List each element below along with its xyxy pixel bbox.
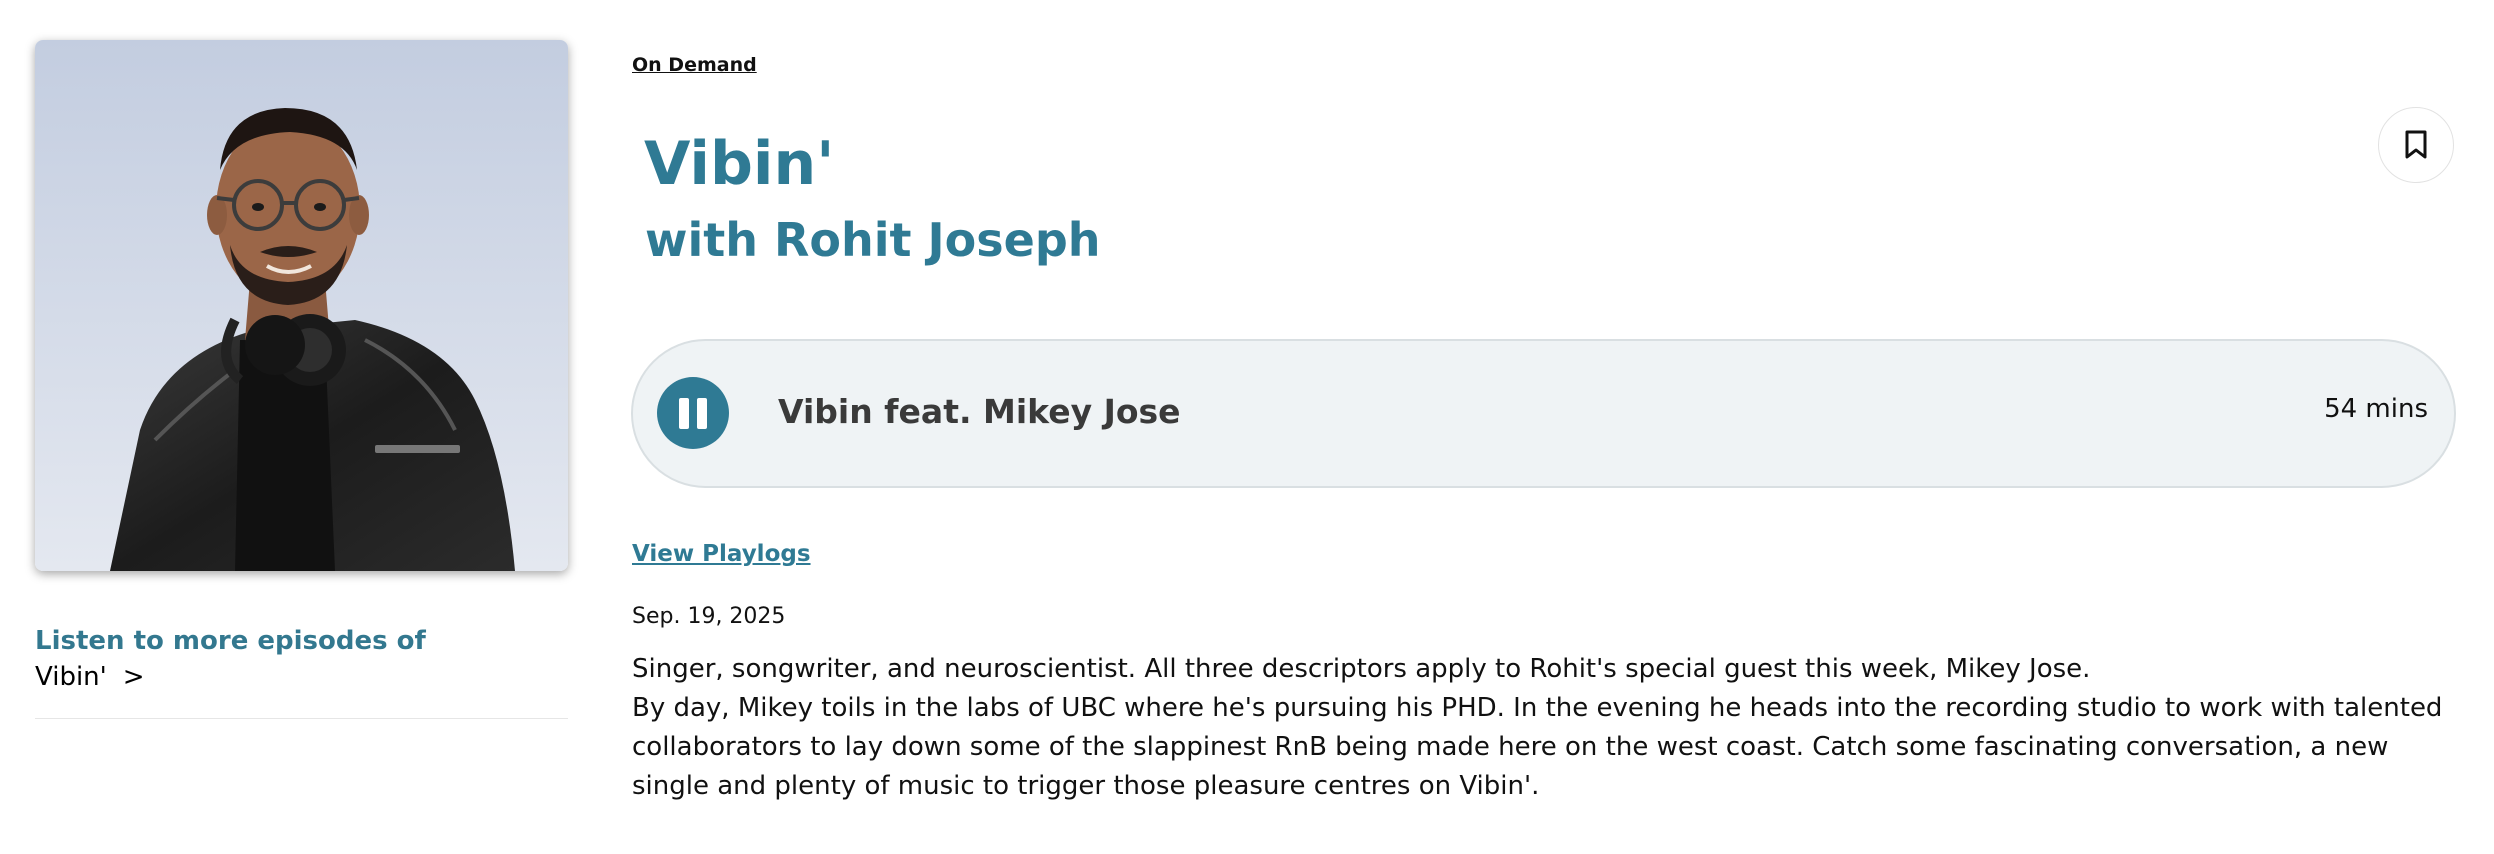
- track-duration: 54 mins: [2324, 394, 2428, 424]
- description-paragraph: By day, Mikey toils in the labs of UBC w…: [632, 693, 2443, 801]
- divider: [35, 718, 568, 719]
- episode-date: Sep. 19, 2025: [632, 604, 786, 629]
- pause-icon: [679, 397, 689, 429]
- bookmark-button[interactable]: [2378, 107, 2454, 183]
- chevron-right-icon: >: [122, 662, 145, 692]
- view-playlogs-link[interactable]: View Playlogs: [632, 541, 811, 567]
- description-paragraph: Singer, songwriter, and neuroscientist. …: [632, 654, 2091, 684]
- pause-icon-bar: [697, 397, 707, 429]
- show-title: Vibin': [644, 129, 835, 199]
- pause-button[interactable]: [657, 377, 729, 449]
- track-title: Vibin feat. Mikey Jose: [778, 392, 1181, 431]
- bookmark-icon: [2405, 130, 2427, 159]
- host-portrait-illustration: [35, 40, 568, 571]
- more-episodes-heading: Listen to more episodes of: [35, 626, 426, 656]
- more-episodes-link[interactable]: Vibin' >: [35, 662, 145, 692]
- breadcrumb-on-demand[interactable]: On Demand: [632, 54, 757, 76]
- host-photo: [35, 40, 568, 571]
- episode-description: Singer, songwriter, and neuroscientist. …: [632, 650, 2444, 806]
- show-subtitle: with Rohit Joseph: [645, 213, 1101, 267]
- more-episodes-show-name: Vibin': [35, 662, 107, 692]
